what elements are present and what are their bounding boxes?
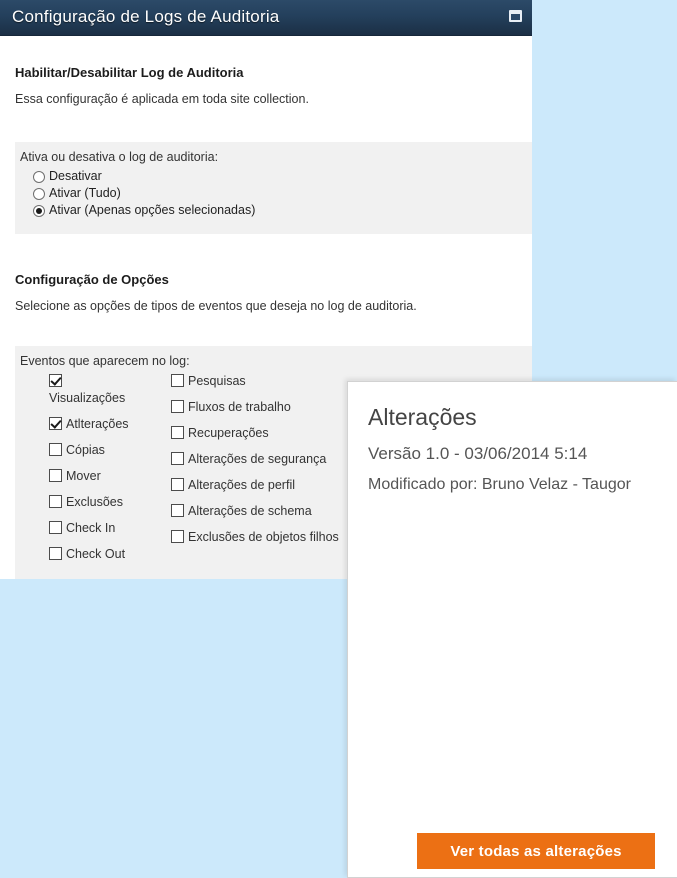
checkbox-label: Check Out [66, 547, 126, 561]
checkbox-mark [171, 504, 184, 517]
radio-option-ativar-selecionadas[interactable]: Ativar (Apenas opções selecionadas) [33, 203, 532, 217]
checkbox-label: Cópias [66, 443, 105, 457]
checkbox-pesquisas[interactable]: Pesquisas [171, 373, 351, 390]
checkbox-copias[interactable]: Cópias [49, 442, 169, 459]
radio-mark [33, 188, 45, 200]
changes-overlay-panel: Alterações Versão 1.0 - 03/06/2014 5:14 … [347, 381, 677, 878]
changes-panel-title: Alterações [368, 404, 477, 430]
checkbox-check-out[interactable]: Check Out [49, 546, 169, 563]
events-right-column: Pesquisas Fluxos de trabalho Recuperaçõe… [171, 373, 351, 555]
radio-mark [33, 171, 45, 183]
changes-modified-by-text: Modificado por: Bruno Velaz - Taugor [368, 476, 631, 493]
checkbox-label: Mover [66, 469, 101, 483]
checkbox-label: Check In [66, 521, 116, 535]
checkbox-recuperacoes[interactable]: Recuperações [171, 425, 351, 442]
checkbox-mark [171, 374, 184, 387]
radio-option-label: Ativar (Tudo) [49, 186, 121, 200]
enable-section-heading: Habilitar/Desabilitar Log de Auditoria [15, 65, 244, 80]
radio-option-ativar-tudo[interactable]: Ativar (Tudo) [33, 186, 532, 200]
checkbox-label: Atlterações [66, 417, 129, 431]
checkbox-label: Fluxos de trabalho [188, 400, 291, 414]
checkbox-mark [49, 443, 62, 456]
checkbox-label: Exclusões [66, 495, 123, 509]
checkbox-visualizacoes[interactable]: Visualizações [49, 373, 169, 407]
checkbox-exclusoes-de-objetos-filhos[interactable]: Exclusões de objetos filhos [171, 529, 351, 546]
events-left-column: Visualizações Atlterações Cópias Mover E… [49, 373, 169, 572]
restore-window-icon[interactable] [506, 7, 524, 25]
checkbox-check-in[interactable]: Check In [49, 520, 169, 537]
checkbox-mark [171, 400, 184, 413]
checkbox-mark [49, 547, 62, 560]
window-title: Configuração de Logs de Auditoria [12, 7, 280, 26]
checkbox-alteracoes-de-perfil[interactable]: Alterações de perfil [171, 477, 351, 494]
checkbox-label: Alterações de segurança [188, 452, 327, 466]
checkbox-mark [171, 478, 184, 491]
audit-log-toggle-label: Ativa ou desativa o log de auditoria: [20, 150, 219, 164]
checkbox-mark [49, 521, 62, 534]
checkbox-alteracoes-de-schema[interactable]: Alterações de schema [171, 503, 351, 520]
checkbox-alteracoes[interactable]: Atlterações [49, 416, 169, 433]
radio-option-label: Ativar (Apenas opções selecionadas) [49, 203, 256, 217]
checkbox-mark [171, 426, 184, 439]
events-panel-label: Eventos que aparecem no log: [20, 354, 190, 368]
audit-log-toggle-panel: Ativa ou desativa o log de auditoria: De… [15, 142, 532, 234]
options-section-description: Selecione as opções de tipos de eventos … [15, 299, 417, 313]
checkbox-label: Alterações de perfil [188, 478, 296, 492]
checkbox-exclusoes[interactable]: Exclusões [49, 494, 169, 511]
checkbox-label: Exclusões de objetos filhos [188, 530, 339, 544]
options-section-heading: Configuração de Opções [15, 272, 169, 287]
changes-version-text: Versão 1.0 - 03/06/2014 5:14 [368, 444, 588, 463]
enable-section-description: Essa configuração é aplicada em toda sit… [15, 92, 309, 106]
checkbox-label: Recuperações [188, 426, 269, 440]
checkbox-mover[interactable]: Mover [49, 468, 169, 485]
checkbox-mark [49, 495, 62, 508]
checkbox-mark-checked [49, 374, 62, 387]
checkbox-label: Pesquisas [188, 374, 246, 388]
radio-option-label: Desativar [49, 169, 102, 183]
restore-window-glyph [508, 10, 522, 22]
view-all-changes-button[interactable]: Ver todas as alterações [417, 833, 655, 869]
window-titlebar: Configuração de Logs de Auditoria [0, 0, 532, 36]
radio-option-desativar[interactable]: Desativar [33, 169, 532, 183]
checkbox-mark-checked [49, 417, 62, 430]
checkbox-mark [171, 530, 184, 543]
checkbox-mark [49, 469, 62, 482]
checkbox-fluxos-de-trabalho[interactable]: Fluxos de trabalho [171, 399, 351, 416]
checkbox-label: Visualizações [49, 391, 126, 405]
checkbox-mark [171, 452, 184, 465]
checkbox-label: Alterações de schema [188, 504, 312, 518]
radio-mark-selected [33, 205, 45, 217]
checkbox-alteracoes-de-seguranca[interactable]: Alterações de segurança [171, 451, 351, 468]
